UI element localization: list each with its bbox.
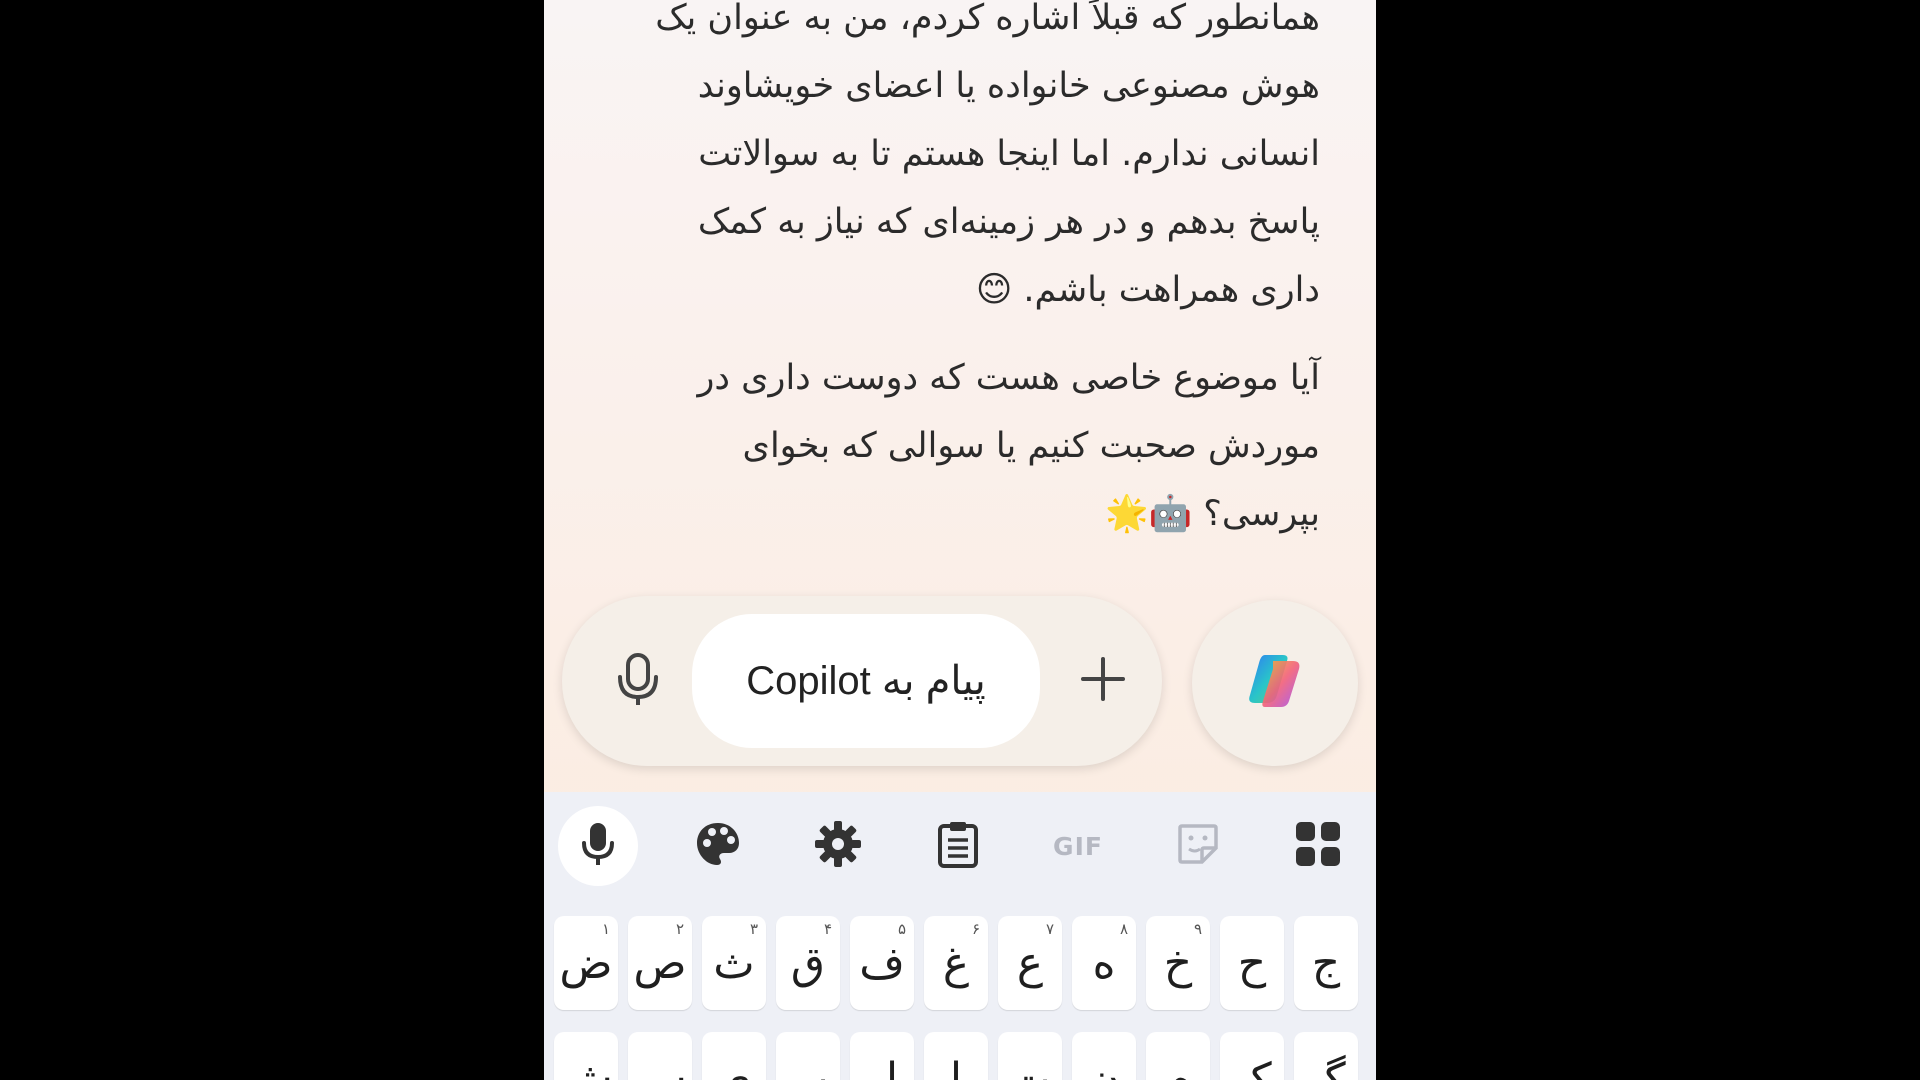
key-char: ک <box>1232 1053 1272 1080</box>
key-char: ف <box>859 937 905 989</box>
phone-screen: همانطور که قبلاً اشاره کردم، من به عنوان… <box>544 0 1376 1080</box>
sticker-icon <box>1176 822 1220 870</box>
copilot-logo-icon <box>1243 651 1307 715</box>
assistant-message-paragraph-2: آیا موضوع خاصی هست که دوست داری در موردش… <box>600 344 1320 548</box>
key-ghein[interactable]: ۶غ <box>924 916 988 1010</box>
message-line: انسانی ندارم. اما اینجا هستم تا به سوالا… <box>698 134 1320 174</box>
clipboard-button[interactable] <box>918 806 998 886</box>
message-line: هوش مصنوعی خانواده یا اعضای خویشاوند <box>697 66 1320 106</box>
keyboard-row-2: ش س ی ب ل ا ت ن م ک گ <box>544 1032 1376 1080</box>
message-line: موردش صحبت کنیم یا سوالی که بخوای <box>742 426 1320 466</box>
message-line: همانطور که قبلاً اشاره کردم، من به عنوان… <box>655 0 1320 38</box>
apps-button[interactable] <box>1278 806 1358 886</box>
key-char: ی <box>716 1053 752 1080</box>
key-char: ع <box>1016 937 1044 989</box>
key-sin[interactable]: س <box>628 1032 692 1080</box>
key-char: ش <box>559 1053 613 1080</box>
key-char: ق <box>790 937 826 989</box>
key-lam[interactable]: ل <box>850 1032 914 1080</box>
key-be[interactable]: ب <box>776 1032 840 1080</box>
key-char: خ <box>1163 937 1193 989</box>
key-char: گ <box>1306 1053 1346 1080</box>
key-char: ا <box>949 1053 963 1080</box>
key-char: ه <box>1092 937 1116 989</box>
message-line: آیا موضوع خاصی هست که دوست داری در <box>697 358 1320 398</box>
message-line: بپرسی؟ 🤖🌟 <box>1105 494 1320 534</box>
key-alef[interactable]: ا <box>924 1032 988 1080</box>
message-line: پاسخ بدهم و در هر زمینه‌ای که نیاز به کم… <box>697 202 1320 242</box>
keyboard-settings-button[interactable] <box>798 806 878 886</box>
voice-input-button[interactable] <box>608 646 668 716</box>
key-char: ب <box>787 1053 829 1080</box>
key-char: ت <box>1009 1053 1051 1080</box>
sticker-button[interactable] <box>1158 806 1238 886</box>
key-se[interactable]: ۳ث <box>702 916 766 1010</box>
key-char: ص <box>633 937 687 989</box>
key-shin[interactable]: ش <box>554 1032 618 1080</box>
clipboard-icon <box>937 820 979 872</box>
chat-area: همانطور که قبلاً اشاره کردم، من به عنوان… <box>544 0 1376 600</box>
gif-button[interactable]: GIF <box>1038 806 1118 886</box>
keyboard-voice-button[interactable] <box>558 806 638 886</box>
key-he-jimi[interactable]: ح <box>1220 916 1284 1010</box>
key-fe[interactable]: ۵ف <box>850 916 914 1010</box>
key-jim[interactable]: ج <box>1294 916 1358 1010</box>
key-char: س <box>633 1053 687 1080</box>
key-char: ن <box>1087 1053 1121 1080</box>
plus-icon <box>1079 655 1127 707</box>
microphone-icon <box>581 821 615 871</box>
key-char: ح <box>1237 937 1267 989</box>
key-ghaf[interactable]: ۴ق <box>776 916 840 1010</box>
copilot-voice-button[interactable] <box>1192 600 1358 766</box>
message-line: داری همراهت باشم. 😊 <box>975 270 1320 310</box>
key-mim[interactable]: م <box>1146 1032 1210 1080</box>
gif-label: GIF <box>1053 831 1103 861</box>
key-he[interactable]: ۸ه <box>1072 916 1136 1010</box>
keyboard-toolbar: GIF <box>544 792 1376 902</box>
key-zad[interactable]: ۱ض <box>554 916 618 1010</box>
key-noon[interactable]: ن <box>1072 1032 1136 1080</box>
composer-bar: پیام به Copilot <box>562 596 1162 766</box>
key-kaf[interactable]: ک <box>1220 1032 1284 1080</box>
key-ye[interactable]: ی <box>702 1032 766 1080</box>
message-input[interactable]: پیام به Copilot <box>692 614 1040 748</box>
key-char: ل <box>866 1053 898 1080</box>
microphone-outline-icon <box>614 651 662 711</box>
key-gaf[interactable]: گ <box>1294 1032 1358 1080</box>
key-char: ث <box>713 937 755 989</box>
key-char: م <box>1164 1053 1192 1080</box>
keyboard-theme-button[interactable] <box>678 806 758 886</box>
key-khe[interactable]: ۹خ <box>1146 916 1210 1010</box>
on-screen-keyboard: GIF ۱ ض ۲ ص ۳ ث ۴ ق ۵ ف ۶ غ ۷ ع ۸ ه ۹ خ … <box>544 792 1376 1080</box>
key-sad[interactable]: ۲ص <box>628 916 692 1010</box>
apps-grid-icon <box>1295 821 1341 871</box>
key-te[interactable]: ت <box>998 1032 1062 1080</box>
assistant-message-paragraph-1: همانطور که قبلاً اشاره کردم، من به عنوان… <box>600 0 1320 324</box>
message-placeholder: پیام به Copilot <box>746 659 986 703</box>
key-ein[interactable]: ۷ع <box>998 916 1062 1010</box>
key-char: ج <box>1311 937 1341 989</box>
key-char: ض <box>559 937 613 989</box>
add-attachment-button[interactable] <box>1068 646 1138 716</box>
gear-icon <box>815 821 861 871</box>
key-char: غ <box>942 937 970 989</box>
palette-icon <box>695 821 741 871</box>
keyboard-row-1: ۱ض ۲ص ۳ث ۴ق ۵ف ۶غ ۷ع ۸ه ۹خ ح ج <box>544 916 1376 1012</box>
